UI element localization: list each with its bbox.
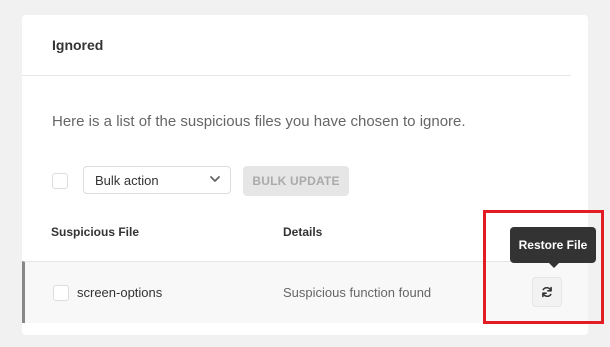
bulk-action-select[interactable]: Bulk action (83, 166, 231, 194)
column-header-details: Details (283, 225, 323, 239)
select-all-checkbox[interactable] (52, 173, 68, 189)
chevron-down-icon (210, 176, 220, 182)
row-file-name: screen-options (77, 285, 163, 300)
bulk-action-select-label: Bulk action (95, 173, 159, 188)
row-checkbox[interactable] (53, 285, 69, 301)
bulk-update-button[interactable]: BULK UPDATE (243, 166, 349, 196)
header-divider (22, 75, 571, 76)
highlight-box (483, 210, 604, 324)
description-text: Here is a list of the suspicious files y… (52, 113, 466, 130)
card-title: Ignored (52, 37, 104, 53)
page: Ignored Here is a list of the suspicious… (0, 0, 610, 347)
row-details: Suspicious function found (283, 285, 432, 300)
column-header-suspicious-file: Suspicious File (51, 225, 140, 239)
card-header: Ignored (22, 15, 588, 75)
